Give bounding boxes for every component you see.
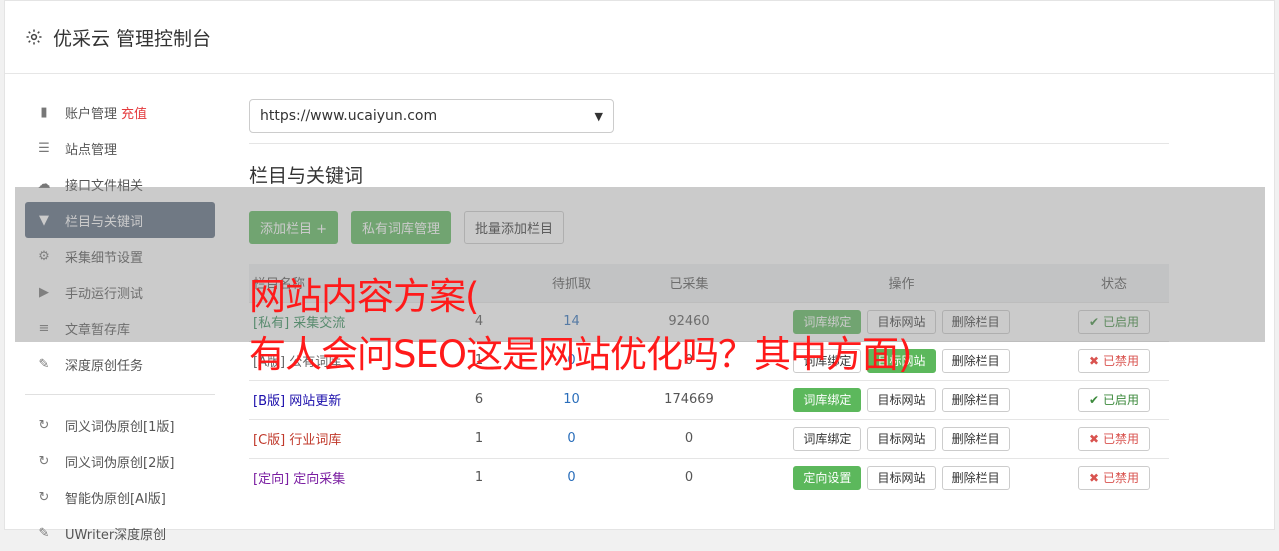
- table-row: [B版] 网站更新 6 10 174669 词库绑定 目标网站 删除栏目 ✔ 已启…: [249, 379, 1169, 419]
- directed-settings-button[interactable]: 定向设置: [793, 465, 862, 490]
- overlay-caption-line2: 有人会问SEO这是网站优化吗？其中方面): [249, 333, 912, 376]
- site-select[interactable]: https://www.ucaiyun.com ▼: [249, 99, 614, 133]
- keyword-count: 1: [449, 457, 509, 497]
- sidebar-item-uwriter[interactable]: ✎ UWriter深度原创: [25, 515, 215, 551]
- pending-count[interactable]: 0: [509, 418, 634, 458]
- row-actions: 词库绑定 目标网站 删除栏目: [744, 418, 1059, 458]
- delete-column-button[interactable]: 删除栏目: [941, 426, 1010, 451]
- table-row: [C版] 行业词库 1 0 0 词库绑定 目标网站 删除栏目 ✖ 已禁用: [249, 418, 1169, 458]
- column-name[interactable]: [C版] 行业词库: [249, 418, 449, 458]
- target-site-button[interactable]: 目标网站: [867, 387, 936, 412]
- chevron-down-icon: ▼: [594, 109, 603, 123]
- gear-icon: [26, 29, 42, 45]
- refresh-icon: ↻: [38, 489, 50, 505]
- page-title: 栏目与关键词: [249, 165, 364, 187]
- sidebar-divider: [25, 394, 215, 395]
- server-icon: ☰: [38, 140, 50, 156]
- row-actions: 定向设置 目标网站 删除栏目: [744, 457, 1059, 497]
- app-title: 优采云 管理控制台: [53, 27, 212, 50]
- app-header: 优采云 管理控制台: [5, 1, 1274, 74]
- sidebar-item-label: 同义词伪原创[1版]: [65, 419, 175, 435]
- edit-icon: ✎: [38, 525, 50, 541]
- status-toggle[interactable]: ✔ 已启用: [1077, 387, 1151, 412]
- site-select-value: https://www.ucaiyun.com: [260, 108, 438, 124]
- sidebar-item-label: 站点管理: [65, 142, 118, 158]
- sidebar-item-label: 深度原创任务: [65, 358, 144, 374]
- sidebar-item-synonym-v2[interactable]: ↻ 同义词伪原创[2版]: [25, 443, 215, 479]
- sidebar-item-label: 账户管理: [65, 106, 118, 122]
- sidebar-item-label: 智能伪原创[AI版]: [65, 491, 166, 507]
- refresh-icon: ↻: [38, 453, 50, 469]
- refresh-icon: ↻: [38, 417, 50, 433]
- delete-column-button[interactable]: 删除栏目: [941, 348, 1010, 373]
- row-status: ✖ 已禁用: [1059, 418, 1169, 458]
- sidebar-item-label: UWriter深度原创: [65, 527, 167, 543]
- close-icon: ✖: [1088, 470, 1100, 485]
- collected-count: 0: [634, 457, 744, 497]
- table-row: [定向] 定向采集 1 0 0 定向设置 目标网站 删除栏目 ✖ 已禁用: [249, 457, 1169, 497]
- bar-chart-icon: ▮: [40, 104, 48, 120]
- overlay-caption: 网站内容方案( 有人会问SEO这是网站优化吗？其中方面): [249, 268, 912, 384]
- row-status: ✔ 已启用: [1059, 379, 1169, 419]
- pending-count[interactable]: 0: [509, 457, 634, 497]
- status-toggle[interactable]: ✖ 已禁用: [1077, 465, 1151, 490]
- column-name[interactable]: [定向] 定向采集: [249, 457, 449, 497]
- overlay-caption-line1: 网站内容方案(: [249, 275, 479, 318]
- sidebar-item-ai-rewrite[interactable]: ↻ 智能伪原创[AI版]: [25, 479, 215, 515]
- row-actions: 词库绑定 目标网站 删除栏目: [744, 379, 1059, 419]
- close-icon: ✖: [1088, 353, 1100, 368]
- status-toggle[interactable]: ✖ 已禁用: [1077, 426, 1151, 451]
- target-site-button[interactable]: 目标网站: [867, 426, 936, 451]
- section-divider: [249, 143, 1169, 144]
- close-icon: ✖: [1088, 431, 1100, 446]
- status-toggle[interactable]: ✖ 已禁用: [1077, 348, 1151, 373]
- check-icon: ✔: [1088, 392, 1100, 407]
- bind-lib-button[interactable]: 词库绑定: [793, 426, 862, 451]
- collected-count: 174669: [634, 379, 744, 419]
- delete-column-button[interactable]: 删除栏目: [941, 387, 1010, 412]
- target-site-button[interactable]: 目标网站: [867, 465, 936, 490]
- sidebar-item-synonym-v1[interactable]: ↻ 同义词伪原创[1版]: [25, 407, 215, 443]
- pending-count[interactable]: 10: [509, 379, 634, 419]
- bind-lib-button[interactable]: 词库绑定: [793, 387, 862, 412]
- sidebar-item-sites[interactable]: ☰ 站点管理: [25, 130, 215, 166]
- row-status: ✖ 已禁用: [1059, 457, 1169, 497]
- collected-count: 0: [634, 418, 744, 458]
- sidebar-item-label: 同义词伪原创[2版]: [65, 455, 175, 471]
- sidebar-item-deep-original[interactable]: ✎ 深度原创任务: [25, 346, 215, 382]
- sidebar-item-account[interactable]: ▮ 账户管理 充值: [25, 94, 215, 130]
- column-name[interactable]: [B版] 网站更新: [249, 379, 449, 419]
- keyword-count: 6: [449, 379, 509, 419]
- keyword-count: 1: [449, 418, 509, 458]
- recharge-link[interactable]: 充值: [121, 103, 147, 122]
- edit-icon: ✎: [38, 356, 50, 372]
- delete-column-button[interactable]: 删除栏目: [941, 465, 1010, 490]
- row-status: ✖ 已禁用: [1059, 340, 1169, 380]
